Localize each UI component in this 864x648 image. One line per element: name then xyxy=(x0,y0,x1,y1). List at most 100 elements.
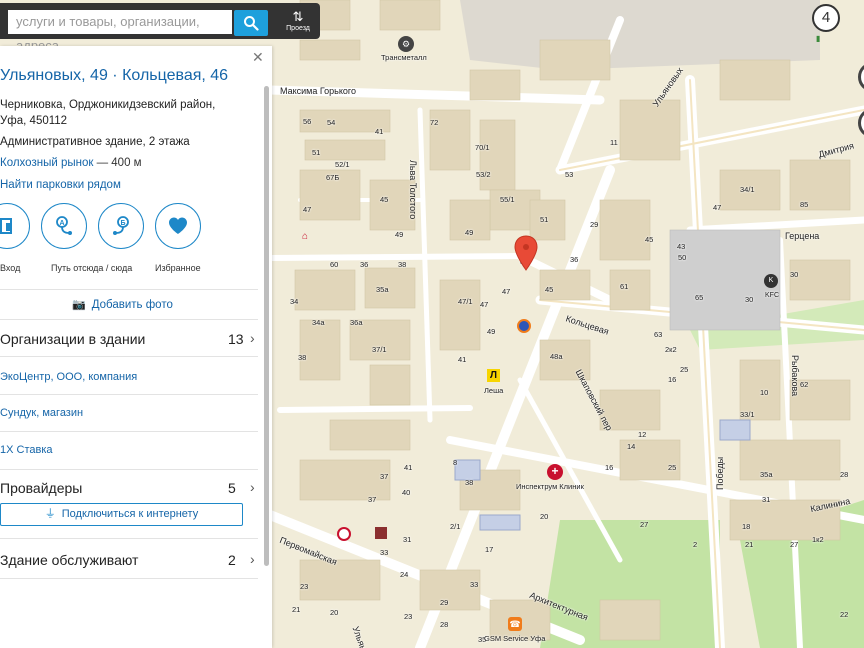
market-link[interactable]: Колхозный рынок xyxy=(0,157,93,169)
service-section-title[interactable]: Здание обслуживают xyxy=(0,552,138,568)
house-number: 21 xyxy=(292,605,301,614)
house-number: 72 xyxy=(430,118,439,127)
house-number: 49 xyxy=(487,327,496,336)
house-number: 2к2 xyxy=(665,345,677,354)
organization-link[interactable]: ЭкоЦентр, ООО, компания xyxy=(0,371,137,383)
house-number: 1к2 xyxy=(812,535,824,544)
address-line: Уфа, 450112 xyxy=(0,115,68,127)
house-number: 36а xyxy=(350,318,363,327)
close-icon[interactable]: ✕ xyxy=(252,49,264,66)
organization-link[interactable]: Сундук, магазин xyxy=(0,407,83,419)
house-number: 16 xyxy=(668,375,677,384)
chevron-right-icon[interactable]: › xyxy=(250,551,255,567)
house-number: 53 xyxy=(565,170,574,179)
connect-internet-button[interactable]: ⏚ Подключиться к интернету xyxy=(0,503,243,526)
search-button[interactable] xyxy=(234,10,268,36)
restaurant-icon[interactable] xyxy=(337,527,351,541)
house-number: 25 xyxy=(668,463,677,472)
scrollbar[interactable] xyxy=(264,86,269,566)
find-parking-link[interactable]: Найти парковки рядом xyxy=(0,179,121,191)
poi-label-inspektrum[interactable]: Инспектрум Клиник xyxy=(516,482,584,491)
house-number: 27 xyxy=(790,540,799,549)
camera-icon: 📷 xyxy=(72,299,86,311)
house-number: 36 xyxy=(570,255,579,264)
street-label: Герцена xyxy=(785,231,820,241)
market-distance: — 400 м xyxy=(93,157,142,169)
zoom-level-indicator[interactable]: 4 xyxy=(812,4,840,32)
house-number: 47 xyxy=(502,287,511,296)
house-number: 85 xyxy=(800,200,809,209)
search-bar: услуги и товары, организации, адреса ⇅ П… xyxy=(0,3,320,53)
house-number: 29 xyxy=(590,220,599,229)
divider xyxy=(0,356,258,357)
heart-icon xyxy=(169,217,187,234)
bank-icon[interactable] xyxy=(517,319,531,333)
house-number: 18 xyxy=(742,522,751,531)
phone-service-icon[interactable]: ☎ xyxy=(508,617,522,631)
entrance-button[interactable] xyxy=(0,203,30,249)
house-number: 20 xyxy=(330,608,339,617)
house-number: 23 xyxy=(404,612,413,621)
route-from-to-icon: A xyxy=(56,216,72,235)
place-card-panel: ✕ Ульяновых, 49 · Кольцевая, 46 Черников… xyxy=(0,46,272,648)
house-number: 27 xyxy=(640,520,649,529)
industrial-area xyxy=(460,0,820,70)
street-label: Льва Толстого xyxy=(408,160,418,220)
svg-text:Б: Б xyxy=(120,220,125,227)
poi-label-transmetall[interactable]: Трансметалл xyxy=(381,53,427,62)
house-number: 28 xyxy=(440,620,449,629)
house-number: 51 xyxy=(312,148,321,157)
house-number: 63 xyxy=(654,330,663,339)
route-from-to-button[interactable]: A xyxy=(41,203,87,249)
street-label: Рыбакова xyxy=(790,355,800,397)
house-number: 38 xyxy=(398,260,407,269)
house-number: 41 xyxy=(375,127,384,136)
organization-link[interactable]: 1Х Ставка xyxy=(0,444,53,456)
chevron-right-icon[interactable]: › xyxy=(250,330,255,346)
kfc-icon[interactable]: K xyxy=(764,274,778,288)
route-button[interactable]: ⇅ Проезд xyxy=(278,6,318,37)
divider xyxy=(0,289,258,290)
house-number: 65 xyxy=(695,293,704,302)
street-label: Максима Горького xyxy=(280,86,356,96)
store-icon[interactable] xyxy=(375,527,387,539)
chevron-right-icon[interactable]: › xyxy=(250,479,255,495)
entrance-icon xyxy=(0,218,12,234)
route-icon: ⇅ xyxy=(292,9,304,24)
route-to-button[interactable]: Б xyxy=(98,203,144,249)
house-number: 14 xyxy=(627,442,636,451)
house-number: 31 xyxy=(762,495,771,504)
house-number: 30 xyxy=(790,270,799,279)
poi-label-lesha[interactable]: Леша xyxy=(484,386,503,395)
house-number: 49 xyxy=(395,230,404,239)
favorites-button[interactable] xyxy=(155,203,201,249)
home-icon: ⌂ xyxy=(302,231,309,242)
house-number: 45 xyxy=(545,285,554,294)
providers-section-title[interactable]: Провайдеры xyxy=(0,480,82,496)
organizations-section-title[interactable]: Организации в здании xyxy=(0,331,145,347)
search-input[interactable]: услуги и товары, организации, адреса xyxy=(8,10,232,53)
search-icon xyxy=(244,16,259,31)
house-number: 34 xyxy=(290,297,299,306)
house-number: 37 xyxy=(368,495,377,504)
location-marker-icon[interactable] xyxy=(513,235,539,271)
house-number: 45 xyxy=(645,235,654,244)
divider xyxy=(0,431,258,432)
house-number: 40 xyxy=(402,488,411,497)
poi-label-kfc[interactable]: KFC xyxy=(765,292,779,299)
poi-label-gsm[interactable]: GSM Service Уфа xyxy=(484,634,545,643)
factory-icon[interactable]: ⚙ xyxy=(398,36,414,52)
house-number: 47 xyxy=(713,203,722,212)
shop-icon[interactable]: Л xyxy=(487,369,500,382)
add-photo-link[interactable]: 📷 Добавить фото xyxy=(72,298,173,311)
zoom-traffic-icon: ▮ xyxy=(816,34,821,43)
house-number: 37/1 xyxy=(372,345,387,354)
house-number: 41 xyxy=(404,463,413,472)
house-number: 55/1 xyxy=(500,195,515,204)
divider xyxy=(0,578,258,579)
place-title: Ульяновых, 49 · Кольцевая, 46 xyxy=(0,67,229,84)
address-line: Черниковка, Орджоникидзевский район, xyxy=(0,99,216,111)
building-description: Административное здание, 2 этажа xyxy=(0,136,190,148)
organizations-count: 13 xyxy=(228,331,244,347)
clinic-icon[interactable]: + xyxy=(547,464,563,480)
